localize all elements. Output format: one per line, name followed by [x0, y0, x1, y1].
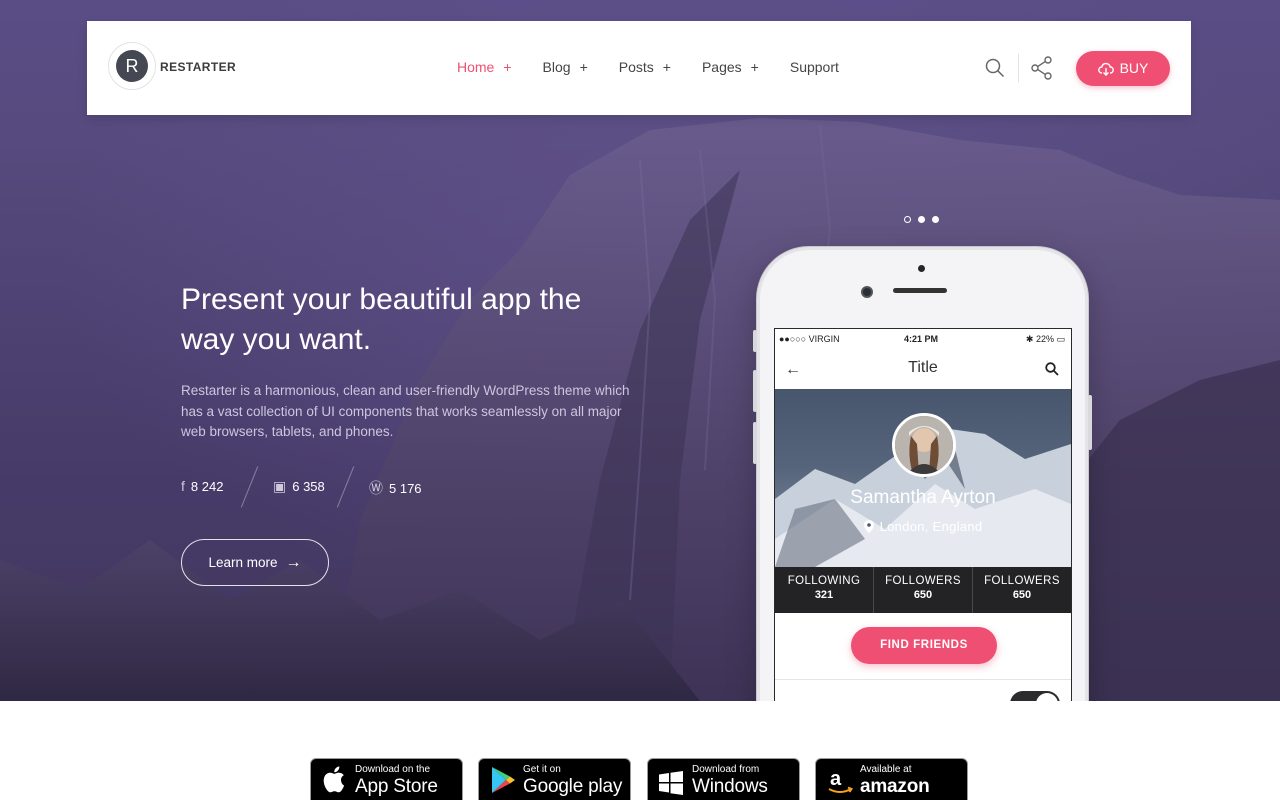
time-label: 4:21 PM — [904, 334, 939, 344]
toggle-knob — [1036, 693, 1058, 701]
location-pin-icon — [863, 520, 874, 533]
plus-icon: + — [662, 59, 671, 75]
main-nav: Home + Blog + Posts + Pages + Support — [457, 59, 870, 75]
learn-more-label: Learn more — [208, 555, 278, 570]
followers-stat[interactable]: FOLLOWERS 650 — [874, 567, 973, 613]
badge-small-text: Get it on — [523, 764, 561, 775]
nav-blog[interactable]: Blog + — [543, 59, 588, 75]
nav-support[interactable]: Support — [790, 59, 839, 75]
stat-label: FOLLOWERS — [885, 575, 961, 587]
profile-location: London, England — [775, 519, 1071, 534]
profile-stats: FOLLOWING 321 FOLLOWERS 650 FOLLOWERS 65… — [775, 567, 1071, 613]
slider-dot-2[interactable] — [918, 216, 925, 223]
facebook-stat[interactable]: f 8 242 — [181, 478, 223, 494]
wordpress-count: 5 176 — [389, 481, 422, 496]
badge-small-text: Available at — [860, 764, 912, 775]
share-icon[interactable] — [1031, 56, 1053, 80]
windows-icon — [659, 771, 683, 795]
nav-label: Home — [457, 59, 495, 75]
facebook-count: 8 242 — [190, 479, 224, 494]
youtube-icon: ▣ — [273, 478, 287, 494]
profile-header: Samantha Ayrton London, England — [775, 389, 1071, 567]
windows-store-badge[interactable]: Download from Windows Store — [647, 758, 800, 800]
slider-dot-3[interactable] — [932, 216, 939, 223]
site-header: R RESTARTER Home + Blog + Posts + Pages + Su… — [87, 21, 1191, 115]
phone-lens — [861, 286, 873, 298]
learn-more-button[interactable]: Learn more → — [181, 539, 329, 586]
apple-icon — [323, 766, 345, 793]
buy-label: BUY — [1119, 60, 1149, 76]
google-play-badge[interactable]: Get it on Google play — [478, 758, 631, 800]
battery-value: 22% — [1035, 334, 1054, 344]
profile-name: Samantha Ayrton — [850, 487, 996, 508]
slider-dots — [904, 216, 946, 223]
nav-pages[interactable]: Pages + — [702, 59, 759, 75]
followers-stat[interactable]: FOLLOWERS 650 — [973, 567, 1071, 613]
stat-label: FOLLOWERS — [984, 575, 1060, 587]
logo-badge: R — [116, 50, 148, 82]
wordpress-icon: Ⓦ — [369, 480, 383, 496]
phone-mockup: ●●○○○ VIRGIN 4:21 PM ✱ 22% ▭ ← Title Sam… — [753, 247, 1092, 701]
phone-status-bar: ●●○○○ VIRGIN 4:21 PM ✱ 22% ▭ — [775, 329, 1071, 349]
cloud-download-icon — [1097, 62, 1114, 76]
badge-big-text: Google play — [523, 776, 623, 797]
location-text: London, England — [879, 519, 983, 534]
phone-button — [1088, 395, 1092, 450]
phone-button — [753, 330, 757, 352]
plus-icon: + — [750, 59, 759, 75]
phone-button — [753, 422, 757, 464]
divider — [775, 679, 1071, 680]
badge-big-text: Windows Store — [692, 776, 768, 800]
carrier-label: ●●○○○ VIRGIN — [779, 334, 840, 344]
plus-icon: + — [503, 59, 512, 75]
search-icon[interactable] — [1045, 362, 1059, 376]
amazon-icon: a — [828, 768, 853, 793]
nav-posts[interactable]: Posts + — [619, 59, 671, 75]
nav-label: Blog — [542, 59, 571, 75]
app-store-badge[interactable]: Download on the App Store — [310, 758, 463, 800]
stat-value: 321 — [814, 589, 834, 601]
stat-value: 650 — [1012, 589, 1032, 601]
amazon-badge[interactable]: a Available at amazon — [815, 758, 968, 800]
phone-speaker — [893, 288, 947, 293]
plus-icon: + — [579, 59, 588, 75]
phone-screen: ●●○○○ VIRGIN 4:21 PM ✱ 22% ▭ ← Title Sam… — [774, 328, 1072, 701]
nav-label: Support — [789, 59, 839, 75]
nav-home[interactable]: Home + — [457, 59, 512, 75]
youtube-count: 6 358 — [292, 479, 325, 494]
nav-label: Pages — [701, 59, 742, 75]
slider-dot-1[interactable] — [904, 216, 911, 223]
battery-label: ✱ 22% ▭ — [1025, 334, 1065, 344]
app-title: Title — [908, 359, 938, 376]
header-divider — [1018, 54, 1019, 82]
nav-label: Posts — [618, 59, 654, 75]
stat-value: 650 — [913, 589, 933, 601]
phone-button — [753, 370, 757, 412]
buy-button[interactable]: BUY — [1076, 51, 1170, 86]
facebook-icon: f — [181, 478, 185, 494]
toggle-switch[interactable] — [1010, 691, 1060, 701]
youtube-stat[interactable]: ▣ 6 358 — [273, 478, 325, 495]
search-icon[interactable] — [985, 58, 1005, 78]
badge-big-text: amazon — [860, 776, 930, 797]
badge-small-text: Download on the — [355, 764, 431, 775]
brand-name[interactable]: RESTARTER — [160, 60, 236, 74]
svg-text:a: a — [830, 768, 842, 790]
hero-description: Restarter is a harmonious, clean and use… — [181, 383, 630, 439]
store-badges: Download on the App Store Get it on Goog… — [310, 758, 970, 800]
find-friends-button[interactable]: FIND FRIENDS — [851, 627, 997, 664]
arrow-right-icon: → — [285, 554, 302, 571]
badge-small-text: Download from — [692, 764, 760, 775]
badge-big-text: App Store — [355, 776, 438, 797]
hero-headline: Present your beautiful app the way you w… — [181, 283, 582, 356]
following-stat[interactable]: FOLLOWING 321 — [775, 567, 874, 613]
wordpress-stat[interactable]: Ⓦ 5 176 — [369, 478, 422, 498]
google-play-icon — [492, 767, 515, 793]
stat-label: FOLLOWING — [787, 575, 861, 587]
phone-camera — [918, 265, 925, 272]
app-bar: ← Title — [775, 349, 1071, 389]
profile-avatar[interactable] — [892, 413, 956, 477]
